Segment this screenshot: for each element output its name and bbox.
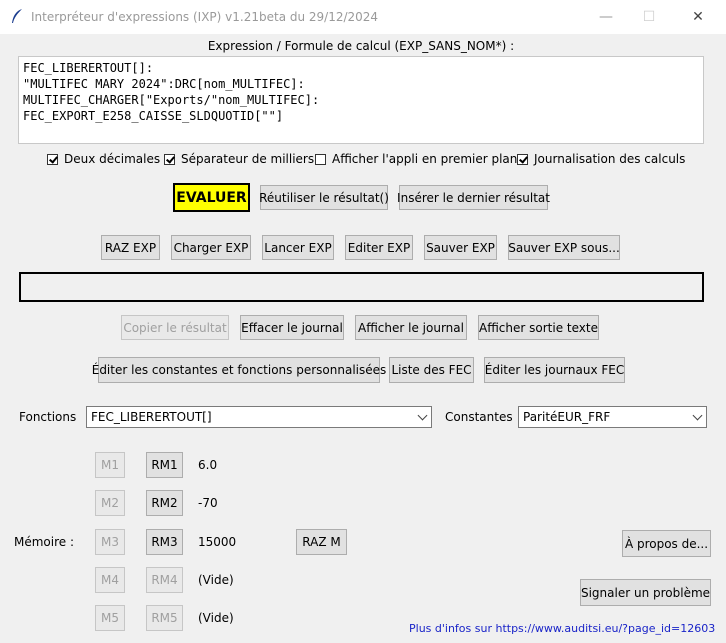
checkbox-checked-icon	[517, 153, 528, 165]
about-button[interactable]: À propos de...	[622, 530, 711, 557]
window-title: Interpréteur d'expressions (IXP) v1.21be…	[31, 10, 379, 24]
show-text-output-button[interactable]: Afficher sortie texte	[478, 315, 599, 340]
memory-value-3: 15000	[198, 535, 237, 549]
info-link[interactable]: Plus d'infos sur https://www.auditsi.eu/…	[409, 622, 715, 635]
expression-line: FEC_EXPORT_E258_CAISSE_SLDQUOTID[""]	[23, 109, 284, 123]
expression-line: FEC_LIBERERTOUT[]:	[23, 61, 154, 75]
chevron-down-icon	[413, 410, 431, 420]
lancer-exp-button[interactable]: Lancer EXP	[262, 235, 334, 260]
editer-exp-button[interactable]: Editer EXP	[345, 235, 413, 260]
insert-last-result-button[interactable]: Insérer le dernier résultat	[397, 185, 550, 210]
raz-exp-button[interactable]: RAZ EXP	[101, 235, 160, 260]
fec-list-button[interactable]: Liste des FEC	[389, 357, 474, 383]
rm2-button[interactable]: RM2	[146, 490, 183, 516]
expression-line: "MULTIFEC MARY 2024":DRC[nom_MULTIFEC]:	[23, 77, 305, 91]
expression-editor[interactable]: FEC_LIBERERTOUT[]: "MULTIFEC MARY 2024":…	[18, 56, 704, 144]
checkbox-premier-plan[interactable]: Afficher l'appli en premier plan	[315, 152, 517, 166]
m3-button[interactable]: M3	[95, 529, 125, 555]
copy-result-button[interactable]: Copier le résultat	[121, 315, 229, 340]
memory-value-4: (Vide)	[198, 573, 234, 587]
functions-select[interactable]: FEC_LIBERERTOUT[]	[86, 406, 432, 428]
checkbox-checked-icon	[47, 153, 58, 165]
m2-button[interactable]: M2	[95, 490, 125, 516]
checkbox-unchecked-icon	[315, 153, 326, 165]
close-button[interactable]: ✕	[683, 6, 713, 28]
report-problem-button[interactable]: Signaler un problème	[580, 579, 711, 606]
m1-button[interactable]: M1	[95, 452, 125, 478]
edit-fec-logs-button[interactable]: Éditer les journaux FEC	[484, 357, 625, 383]
m5-button[interactable]: M5	[95, 605, 125, 631]
constants-label: Constantes	[445, 410, 513, 424]
rm4-button[interactable]: RM4	[146, 567, 183, 593]
memory-value-1: 6.0	[198, 458, 218, 472]
rm3-button[interactable]: RM3	[146, 529, 183, 555]
evaluate-button[interactable]: EVALUER	[173, 183, 250, 212]
checkbox-separateur-milliers[interactable]: Séparateur de milliers	[164, 152, 314, 166]
checkbox-journalisation[interactable]: Journalisation des calculs	[517, 152, 685, 166]
maximize-button[interactable]: ☐	[634, 6, 664, 28]
rm1-button[interactable]: RM1	[146, 452, 183, 478]
memory-label: Mémoire :	[14, 535, 75, 549]
m4-button[interactable]: M4	[95, 567, 125, 593]
constants-select[interactable]: ParitéEUR_FRF	[518, 406, 707, 428]
memory-value-2: -70	[198, 496, 218, 510]
rm5-button[interactable]: RM5	[146, 605, 183, 631]
chevron-down-icon	[688, 410, 706, 420]
clear-log-button[interactable]: Effacer le journal	[240, 315, 344, 340]
functions-label: Fonctions	[19, 410, 77, 424]
edit-constants-functions-button[interactable]: Éditer les constantes et fonctions perso…	[92, 357, 386, 383]
charger-exp-button[interactable]: Charger EXP	[171, 235, 251, 260]
sauver-exp-sous-button[interactable]: Sauver EXP sous...	[508, 235, 620, 260]
sauver-exp-button[interactable]: Sauver EXP	[424, 235, 497, 260]
memory-value-5: (Vide)	[198, 611, 234, 625]
show-log-button[interactable]: Afficher le journal	[355, 315, 467, 340]
raz-m-button[interactable]: RAZ M	[296, 529, 347, 555]
expression-line: MULTIFEC_CHARGER["Exports/"nom_MULTIFEC]…	[23, 93, 320, 107]
checkbox-checked-icon	[164, 153, 175, 165]
reuse-result-button[interactable]: Réutiliser le résultat()	[259, 185, 389, 210]
expression-header: Expression / Formule de calcul (EXP_SANS…	[207, 39, 515, 53]
checkbox-deux-decimales[interactable]: Deux décimales	[47, 152, 160, 166]
feather-icon	[10, 8, 24, 24]
minimize-button[interactable]: —	[591, 6, 621, 28]
result-display	[19, 272, 704, 302]
